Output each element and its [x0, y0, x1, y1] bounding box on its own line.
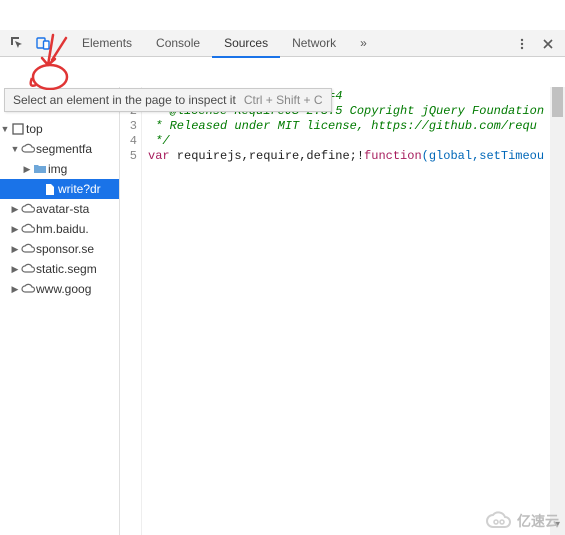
- chevron-down-icon[interactable]: ▼: [10, 144, 20, 154]
- chevron-right-icon[interactable]: ▶: [10, 264, 20, 275]
- cloud-icon: [20, 203, 36, 215]
- cloud-icon: [20, 263, 36, 275]
- chevron-right-icon[interactable]: ▶: [22, 164, 32, 175]
- devtools-toolbar: Elements Console Sources Network »: [0, 30, 565, 57]
- inspect-tooltip: Select an element in the page to inspect…: [4, 88, 332, 112]
- sources-panel: ▼ top ▼ segmentfa ▶ img write?dr ▶ avata…: [0, 87, 565, 535]
- tooltip-text: Select an element in the page to inspect…: [13, 93, 236, 107]
- tab-console[interactable]: Console: [144, 30, 212, 57]
- chevron-down-icon[interactable]: ▼: [0, 124, 10, 134]
- device-toolbar-button[interactable]: [30, 30, 56, 56]
- chevron-right-icon[interactable]: ▶: [10, 244, 20, 255]
- folder-icon: [32, 163, 48, 175]
- devtools-tabs: Elements Console Sources Network »: [70, 30, 379, 57]
- line-gutter: 1 2 3 4 5: [120, 87, 142, 535]
- tree-item-sponsor[interactable]: ▶ sponsor.se: [0, 239, 119, 259]
- tree-item-img[interactable]: ▶ img: [0, 159, 119, 179]
- code-content: /** vim: et:ts=4:sw=4:sts=4 * @license R…: [142, 87, 544, 535]
- tree-item-static[interactable]: ▶ static.segm: [0, 259, 119, 279]
- scroll-down-icon[interactable]: ▾: [550, 518, 565, 533]
- tree-label: avatar-sta: [36, 202, 89, 216]
- cloud-icon: [20, 243, 36, 255]
- tree-label: static.segm: [36, 262, 97, 276]
- tree-label: hm.baidu.: [36, 222, 89, 236]
- kebab-menu-button[interactable]: [509, 31, 535, 57]
- tree-label: top: [26, 122, 43, 136]
- code-editor[interactable]: 1 2 3 4 5 /** vim: et:ts=4:sw=4:sts=4 * …: [120, 87, 565, 535]
- cloud-icon: [20, 143, 36, 155]
- tab-sources[interactable]: Sources: [212, 30, 280, 57]
- tree-item-avatar[interactable]: ▶ avatar-sta: [0, 199, 119, 219]
- file-navigator: ▼ top ▼ segmentfa ▶ img write?dr ▶ avata…: [0, 87, 120, 535]
- frame-icon: [10, 123, 26, 135]
- file-icon: [42, 183, 58, 196]
- tree-label: www.goog: [36, 282, 91, 296]
- vertical-scrollbar[interactable]: ▾: [550, 87, 565, 535]
- scrollbar-thumb[interactable]: [552, 87, 563, 117]
- tree-item-write[interactable]: write?dr: [0, 179, 119, 199]
- tab-more[interactable]: »: [348, 30, 379, 57]
- chevron-right-icon[interactable]: ▶: [10, 224, 20, 235]
- close-devtools-button[interactable]: [535, 31, 561, 57]
- inspect-element-button[interactable]: [4, 30, 30, 56]
- chevron-right-icon[interactable]: ▶: [10, 284, 20, 295]
- tree-label: sponsor.se: [36, 242, 94, 256]
- tab-elements[interactable]: Elements: [70, 30, 144, 57]
- cloud-icon: [20, 283, 36, 295]
- tree-label: img: [48, 162, 67, 176]
- tab-network[interactable]: Network: [280, 30, 348, 57]
- tree-label: write?dr: [58, 182, 101, 196]
- tree-label: segmentfa: [36, 142, 92, 156]
- tree-item-hmbaidu[interactable]: ▶ hm.baidu.: [0, 219, 119, 239]
- cloud-icon: [20, 223, 36, 235]
- chevron-right-icon[interactable]: ▶: [10, 204, 20, 215]
- tree-item-segmentfa[interactable]: ▼ segmentfa: [0, 139, 119, 159]
- tree-root-top[interactable]: ▼ top: [0, 119, 119, 139]
- tree-item-google[interactable]: ▶ www.goog: [0, 279, 119, 299]
- tooltip-shortcut: Ctrl + Shift + C: [244, 93, 323, 107]
